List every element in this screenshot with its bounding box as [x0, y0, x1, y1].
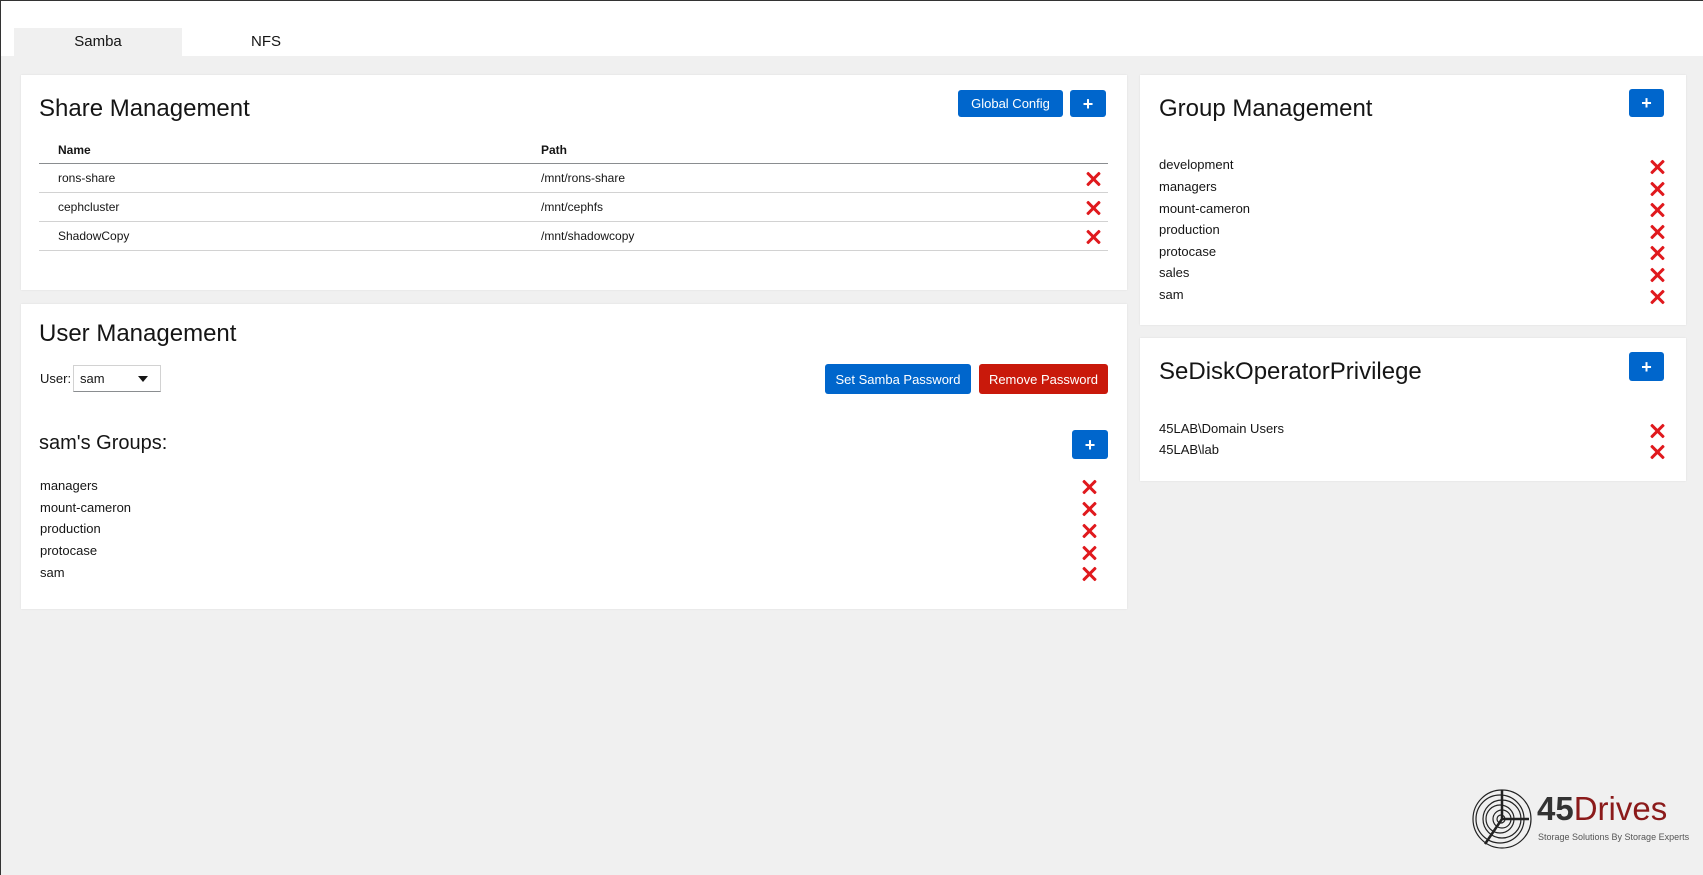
logo-spiral-icon [1472, 789, 1532, 849]
share-name: rons-share [58, 171, 116, 185]
user-group-item: protocase [40, 543, 98, 558]
privilege-title: SeDiskOperatorPrivilege [1159, 358, 1422, 385]
share-management-title: Share Management [39, 95, 250, 122]
remove-password-button[interactable]: Remove Password [979, 364, 1108, 394]
user-select[interactable]: sam [73, 365, 161, 392]
user-group-item: managers [40, 478, 98, 493]
delete-share-icon[interactable] [1085, 229, 1101, 245]
tab-samba[interactable]: Samba [14, 28, 182, 56]
share-name: ShadowCopy [58, 229, 130, 243]
table-row: rons-share /mnt/rons-share [39, 164, 1108, 193]
chevron-down-icon [138, 376, 148, 382]
share-path: /mnt/rons-share [541, 171, 626, 185]
add-share-button[interactable]: + [1070, 90, 1106, 117]
add-user-group-button[interactable]: + [1072, 430, 1108, 459]
plus-icon: + [1641, 356, 1652, 377]
delete-user-group-icon[interactable] [1081, 501, 1097, 517]
delete-privilege-member-icon[interactable] [1649, 423, 1665, 439]
group-management-title: Group Management [1159, 95, 1373, 122]
delete-user-group-icon[interactable] [1081, 545, 1097, 561]
share-path: /mnt/cephfs [541, 200, 604, 214]
column-header-name: Name [58, 143, 91, 157]
group-item: managers [1159, 179, 1217, 194]
logo-wordmark: 45Drives [1537, 790, 1667, 828]
plus-icon: + [1082, 93, 1094, 114]
group-item: mount-cameron [1159, 201, 1251, 216]
group-item: development [1159, 157, 1234, 172]
share-name: cephcluster [58, 200, 120, 214]
privilege-member-item: 45LAB\Domain Users [1159, 421, 1284, 436]
user-management-title: User Management [39, 320, 237, 347]
share-path: /mnt/shadowcopy [541, 229, 635, 243]
user-group-item: mount-cameron [40, 500, 132, 515]
delete-user-group-icon[interactable] [1081, 566, 1097, 582]
user-group-item: production [40, 521, 101, 536]
table-row: ShadowCopy /mnt/shadowcopy [39, 222, 1108, 251]
delete-group-icon[interactable] [1649, 159, 1665, 175]
delete-user-group-icon[interactable] [1081, 479, 1097, 495]
delete-user-group-icon[interactable] [1081, 523, 1097, 539]
logo-word: Drives [1573, 790, 1668, 827]
tab-nfs[interactable]: NFS [182, 28, 350, 56]
delete-group-icon[interactable] [1649, 224, 1665, 240]
group-item: sales [1159, 265, 1190, 280]
group-item: sam [1159, 287, 1184, 302]
user-label: User: [40, 371, 72, 386]
delete-group-icon[interactable] [1649, 289, 1665, 305]
delete-group-icon[interactable] [1649, 181, 1665, 197]
plus-icon: + [1641, 93, 1652, 113]
add-group-button[interactable]: + [1629, 89, 1664, 117]
column-header-path: Path [541, 143, 568, 157]
group-management-card: Group Management + development managers … [1140, 75, 1686, 325]
delete-share-icon[interactable] [1085, 200, 1101, 216]
group-item: protocase [1159, 244, 1217, 259]
user-management-card: User Management User: sam Set Samba Pass… [21, 304, 1127, 609]
delete-group-icon[interactable] [1649, 267, 1665, 283]
group-item: production [1159, 222, 1220, 237]
delete-privilege-member-icon[interactable] [1649, 444, 1665, 460]
user-groups-title: sam's Groups: [39, 432, 168, 454]
table-row: cephcluster /mnt/cephfs [39, 193, 1108, 222]
global-config-button[interactable]: Global Config [958, 90, 1063, 117]
logo-tagline: Storage Solutions By Storage Experts [1538, 832, 1690, 842]
user-select-value: sam [80, 371, 105, 386]
set-samba-password-button[interactable]: Set Samba Password [825, 364, 971, 394]
delete-group-icon[interactable] [1649, 245, 1665, 261]
user-group-item: sam [40, 565, 65, 580]
delete-share-icon[interactable] [1085, 171, 1101, 187]
delete-group-icon[interactable] [1649, 202, 1665, 218]
45drives-logo: 45Drives Storage Solutions By Storage Ex… [1471, 788, 1691, 850]
plus-icon: + [1084, 434, 1096, 455]
tab-bar: Samba NFS [1, 1, 1703, 56]
share-management-card: Share Management Global Config + Name Pa… [21, 75, 1127, 290]
privilege-card: SeDiskOperatorPrivilege + 45LAB\Domain U… [1140, 338, 1686, 481]
logo-number: 45 [1537, 790, 1574, 827]
add-privilege-member-button[interactable]: + [1629, 352, 1664, 381]
privilege-member-item: 45LAB\lab [1159, 442, 1219, 457]
